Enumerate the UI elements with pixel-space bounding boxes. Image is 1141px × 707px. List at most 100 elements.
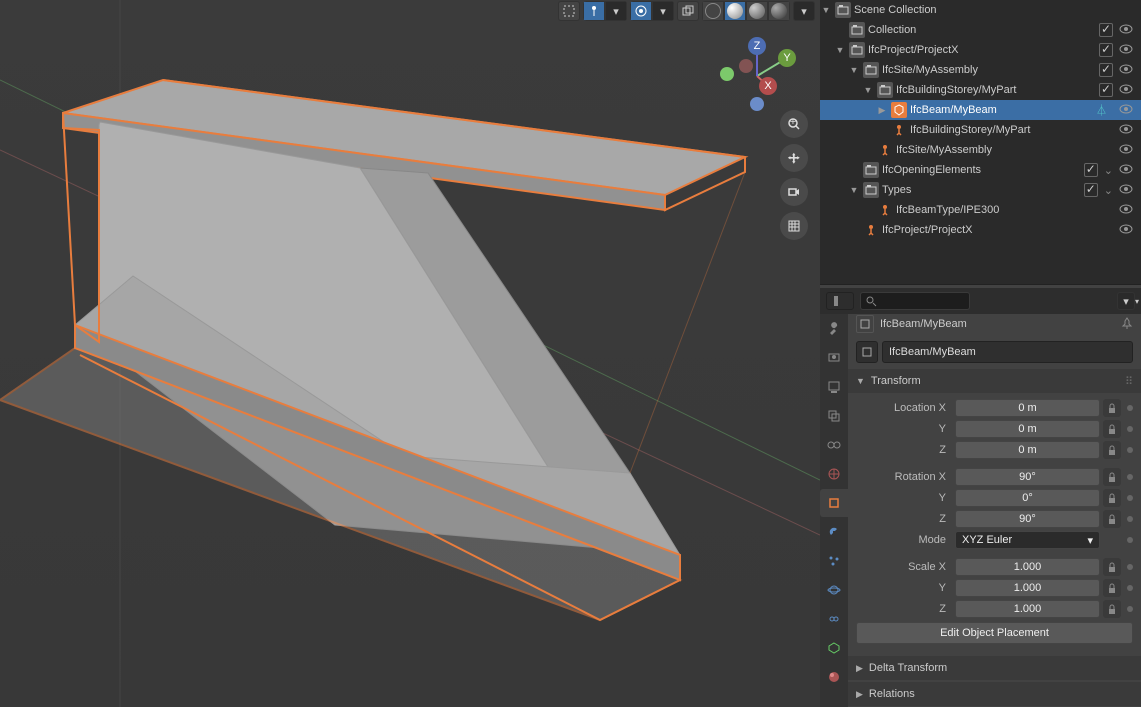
- camera-view-button[interactable]: [780, 178, 808, 206]
- outliner-row[interactable]: ▼Types⌄: [820, 180, 1141, 200]
- tab-tool[interactable]: [820, 315, 848, 343]
- outliner-row[interactable]: IfcProject/ProjectX: [820, 220, 1141, 240]
- tab-render[interactable]: [820, 344, 848, 372]
- tab-scene[interactable]: [820, 431, 848, 459]
- zoom-button[interactable]: +: [780, 110, 808, 138]
- lock-icon[interactable]: [1103, 468, 1121, 486]
- overlay-toggle-icon[interactable]: [630, 1, 652, 21]
- tab-physics[interactable]: [820, 576, 848, 604]
- datablock-icon[interactable]: [856, 341, 878, 363]
- object-name-input[interactable]: [882, 341, 1133, 363]
- visibility-eye-icon[interactable]: [1119, 143, 1133, 157]
- number-field[interactable]: 1.000: [955, 600, 1100, 618]
- disclosure-toggle[interactable]: ▼: [820, 5, 832, 15]
- shading-matprev-icon[interactable]: [746, 1, 768, 21]
- panel-relations-header[interactable]: ▶ Relations: [848, 682, 1141, 706]
- anim-dot-icon[interactable]: [1127, 516, 1133, 522]
- overlay-dropdown-icon[interactable]: ▾: [652, 1, 674, 21]
- tab-world[interactable]: [820, 460, 848, 488]
- lock-icon[interactable]: [1103, 420, 1121, 438]
- disclosure-toggle[interactable]: ▼: [848, 185, 860, 195]
- outliner-row[interactable]: ▼IfcProject/ProjectX: [820, 40, 1141, 60]
- visibility-eye-icon[interactable]: [1119, 43, 1133, 57]
- visibility-eye-icon[interactable]: [1119, 203, 1133, 217]
- shading-wireframe-icon[interactable]: [702, 1, 724, 21]
- exclude-checkbox[interactable]: [1084, 183, 1098, 197]
- exclude-checkbox[interactable]: [1099, 63, 1113, 77]
- visibility-eye-icon[interactable]: [1119, 163, 1133, 177]
- shading-rendered-icon[interactable]: [768, 1, 790, 21]
- panel-transform-header[interactable]: ▼ Transform ⠿: [848, 369, 1141, 393]
- visibility-eye-icon[interactable]: [1119, 183, 1133, 197]
- number-field[interactable]: 90°: [955, 468, 1100, 486]
- outliner-row[interactable]: IfcBuildingStorey/MyPart: [820, 120, 1141, 140]
- perspective-button[interactable]: [780, 212, 808, 240]
- navigation-gizmo[interactable]: Z Y X: [712, 26, 802, 116]
- visibility-eye-icon[interactable]: [1119, 223, 1133, 237]
- outliner-row[interactable]: Collection: [820, 20, 1141, 40]
- pin-icon[interactable]: [1121, 317, 1133, 332]
- screen-icon[interactable]: ⌄: [1104, 184, 1113, 197]
- ifc-beam-mesh[interactable]: [0, 80, 745, 620]
- exclude-checkbox[interactable]: [1099, 83, 1113, 97]
- edit-object-placement-button[interactable]: Edit Object Placement: [856, 622, 1133, 644]
- anim-dot-icon[interactable]: [1127, 606, 1133, 612]
- gizmo-toggle-icon[interactable]: [583, 1, 605, 21]
- exclude-checkbox[interactable]: [1084, 163, 1098, 177]
- anim-dot-icon[interactable]: [1127, 537, 1133, 543]
- select-visible-icon[interactable]: [558, 1, 580, 21]
- outliner-row[interactable]: ▼Scene Collection: [820, 0, 1141, 20]
- number-field[interactable]: 0°: [955, 489, 1100, 507]
- lock-icon[interactable]: [1103, 489, 1121, 507]
- screen-icon[interactable]: ⌄: [1104, 164, 1113, 177]
- number-field[interactable]: 0 m: [955, 441, 1100, 459]
- tab-modifiers[interactable]: [820, 518, 848, 546]
- outliner-row[interactable]: IfcSite/MyAssembly: [820, 140, 1141, 160]
- number-field[interactable]: 1.000: [955, 579, 1100, 597]
- lock-icon[interactable]: [1103, 441, 1121, 459]
- number-field[interactable]: 90°: [955, 510, 1100, 528]
- number-field[interactable]: 0 m: [955, 420, 1100, 438]
- panel-delta-header[interactable]: ▶ Delta Transform: [848, 656, 1141, 680]
- lock-icon[interactable]: [1103, 600, 1121, 618]
- outliner-row[interactable]: ▼IfcBuildingStorey/MyPart: [820, 80, 1141, 100]
- outliner-row[interactable]: IfcBeamType/IPE300: [820, 200, 1141, 220]
- visibility-eye-icon[interactable]: [1119, 23, 1133, 37]
- lock-icon[interactable]: [1103, 558, 1121, 576]
- exclude-checkbox[interactable]: [1099, 43, 1113, 57]
- outliner-row[interactable]: IfcOpeningElements⌄: [820, 160, 1141, 180]
- tab-data[interactable]: [820, 634, 848, 662]
- properties-editor-type-dropdown[interactable]: ▾: [826, 292, 854, 310]
- outliner-panel[interactable]: ▼Scene CollectionCollection▼IfcProject/P…: [820, 0, 1141, 285]
- visibility-eye-icon[interactable]: [1119, 63, 1133, 77]
- pan-button[interactable]: [780, 144, 808, 172]
- exclude-checkbox[interactable]: [1099, 23, 1113, 37]
- tab-object[interactable]: [820, 489, 848, 517]
- visibility-eye-icon[interactable]: [1119, 123, 1133, 137]
- xray-toggle-icon[interactable]: [677, 1, 699, 21]
- disclosure-toggle[interactable]: ▼: [834, 45, 846, 55]
- disclosure-toggle[interactable]: ▼: [848, 65, 860, 75]
- visibility-eye-icon[interactable]: [1119, 103, 1133, 117]
- anim-dot-icon[interactable]: [1127, 405, 1133, 411]
- tab-output[interactable]: [820, 373, 848, 401]
- shading-dropdown-icon[interactable]: ▾: [793, 1, 815, 21]
- anim-dot-icon[interactable]: [1127, 564, 1133, 570]
- lock-icon[interactable]: [1103, 579, 1121, 597]
- anim-dot-icon[interactable]: [1127, 447, 1133, 453]
- anim-dot-icon[interactable]: [1127, 426, 1133, 432]
- tab-constraints[interactable]: [820, 605, 848, 633]
- disclosure-toggle[interactable]: ▶: [876, 105, 888, 116]
- gizmo-dropdown-icon[interactable]: ▾: [605, 1, 627, 21]
- lock-icon[interactable]: [1103, 399, 1121, 417]
- anim-dot-icon[interactable]: [1127, 495, 1133, 501]
- drag-handle-icon[interactable]: ⠿: [1125, 375, 1133, 388]
- outliner-row[interactable]: ▼IfcSite/MyAssembly: [820, 60, 1141, 80]
- tab-material[interactable]: [820, 663, 848, 691]
- number-field[interactable]: 0 m: [955, 399, 1100, 417]
- tab-particles[interactable]: [820, 547, 848, 575]
- options-dropdown-icon[interactable]: ▾: [1117, 292, 1135, 310]
- shading-solid-icon[interactable]: [724, 1, 746, 21]
- disclosure-toggle[interactable]: ▼: [862, 85, 874, 95]
- lock-icon[interactable]: [1103, 510, 1121, 528]
